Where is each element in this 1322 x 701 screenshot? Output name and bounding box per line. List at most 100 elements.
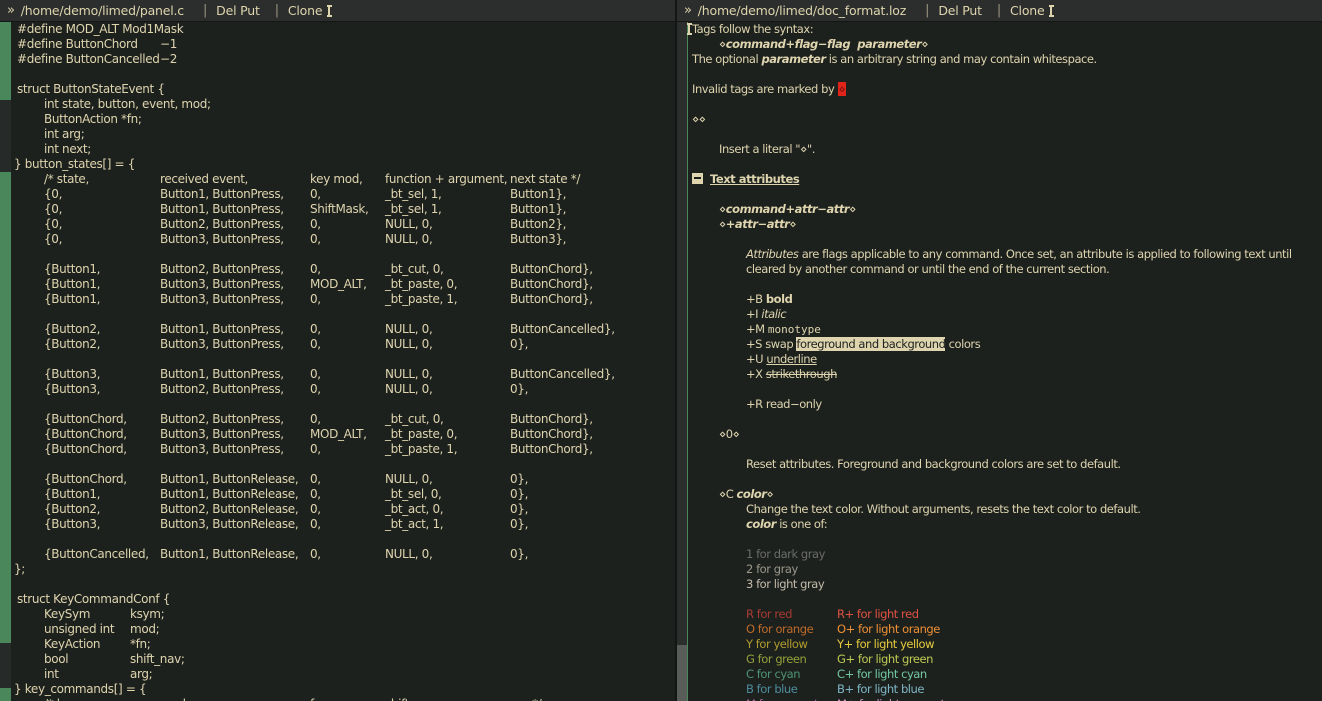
- text-segment: _bt_sel, 1,: [385, 187, 442, 201]
- text-segment: {ButtonChord,: [44, 412, 127, 426]
- text-segment: ButtonChord},: [510, 442, 593, 456]
- code-line: intarg;: [0, 667, 675, 682]
- text-segment: 1 for dark gray: [746, 547, 825, 561]
- code-line: {0,Button1, ButtonPress,ShiftMask,_bt_se…: [0, 202, 675, 217]
- code-line: /* ksym,mod,fn,shift_nav,arg */: [0, 697, 675, 701]
- code-line: struct ButtonStateEvent {: [0, 82, 675, 97]
- code-line: KeyAction *fn;: [0, 637, 675, 652]
- text-segment: 0},: [510, 517, 528, 531]
- text-segment: NULL, 0,: [385, 367, 432, 381]
- code-line: } key_commands[] = {: [0, 682, 675, 697]
- code-line: {0,Button3, ButtonPress,0,NULL, 0,Button…: [0, 232, 675, 247]
- text-segment: C+ for light cyan: [837, 667, 927, 681]
- text-segment: italic: [761, 307, 786, 321]
- doc-line: ⋄command+attr−attr⋄: [677, 202, 1322, 217]
- text-segment: NULL, 0,: [385, 337, 432, 351]
- doc-line: M for magentaM+ for light magenta: [677, 697, 1322, 701]
- code-line: {Button1,Button1, ButtonRelease,0,_bt_se…: [0, 487, 675, 502]
- code-text-area[interactable]: #define MOD_ALT Mod1Mask#define ButtonCh…: [0, 0, 675, 701]
- text-segment: 0},: [510, 487, 528, 501]
- doc-line: ⋄command+flag−flag parameter⋄: [677, 37, 1322, 52]
- doc-line: Attributes are flags applicable to any c…: [677, 247, 1322, 262]
- doc-line: G for greenG+ for light green: [677, 652, 1322, 667]
- text-segment: {ButtonChord,: [44, 442, 127, 456]
- code-line: {0,Button1, ButtonPress,0,_bt_sel, 1,But…: [0, 187, 675, 202]
- text-segment: MOD_ALT,: [310, 427, 367, 441]
- code-line: };: [0, 562, 675, 577]
- doc-line: color is one of:: [677, 517, 1322, 532]
- code-line: #define MOD_ALT Mod1Mask: [0, 22, 675, 37]
- text-segment: 0},: [510, 472, 528, 486]
- text-segment: ⋄: [719, 202, 726, 216]
- text-segment: 0,: [310, 442, 321, 456]
- collapse-section-icon[interactable]: [692, 173, 703, 184]
- doc-line: 1 for dark gray: [677, 547, 1322, 562]
- text-segment: KeyAction: [44, 637, 100, 651]
- text-segment: monotype: [768, 323, 821, 336]
- text-segment: shift_nav,: [385, 697, 439, 701]
- doc-line: The optional parameter is an arbitrary s…: [677, 52, 1322, 67]
- text-segment: bool: [44, 652, 68, 666]
- doc-line: 3 for light gray: [677, 577, 1322, 592]
- doc-text-area[interactable]: Tags follow the syntax:⋄command+flag−fla…: [677, 0, 1322, 701]
- text-segment: −1: [160, 37, 177, 51]
- text-segment: colors: [945, 337, 980, 351]
- text-segment: Button3, ButtonPress,: [160, 427, 284, 441]
- text-segment: O for orange: [746, 622, 813, 636]
- text-segment: ⋄: [838, 82, 847, 96]
- text-segment: 0,: [310, 382, 321, 396]
- text-segment: 0},: [510, 547, 528, 561]
- code-line: {Button2,Button2, ButtonRelease,0,_bt_ac…: [0, 502, 675, 517]
- text-segment: 0,: [310, 502, 321, 516]
- text-segment: NULL, 0,: [385, 472, 432, 486]
- text-segment: {Button3,: [44, 517, 100, 531]
- text-segment: {Button1,: [44, 277, 100, 291]
- text-segment: −2: [160, 52, 177, 66]
- text-segment: Y+ for light yellow: [837, 637, 934, 651]
- text-segment: Button1, ButtonRelease,: [160, 547, 298, 561]
- text-segment: 0,: [310, 517, 321, 531]
- text-segment: ButtonCancelled},: [510, 367, 615, 381]
- doc-line: +S swap foreground and background colors: [677, 337, 1322, 352]
- text-segment: G for green: [746, 652, 806, 666]
- text-segment: 0,: [310, 412, 321, 426]
- text-segment: 0,: [310, 547, 321, 561]
- text-segment: B for blue: [746, 682, 797, 696]
- doc-line: +R read−only: [677, 397, 1322, 412]
- text-segment: mod;: [130, 622, 159, 636]
- text-segment: int arg;: [44, 127, 84, 141]
- code-line: int arg;: [0, 127, 675, 142]
- text-segment: +U: [746, 352, 766, 366]
- text-segment: Button2, ButtonRelease,: [160, 502, 298, 516]
- text-segment: 0},: [510, 382, 528, 396]
- text-segment: *fn;: [130, 637, 150, 651]
- text-segment: KeySym: [44, 607, 90, 621]
- text-segment: {0,: [44, 217, 62, 231]
- text-segment: ⋄C: [719, 487, 737, 501]
- text-segment: ButtonChord},: [510, 427, 593, 441]
- doc-line: +M monotype: [677, 322, 1322, 337]
- text-segment: Button1, ButtonPress,: [160, 367, 284, 381]
- editor-pane-doc-format-loz: » /home/demo/limed/doc_format.loz | Del …: [677, 0, 1322, 701]
- text-segment: O+ for light orange: [837, 622, 940, 636]
- text-segment: _bt_sel, 0,: [385, 487, 442, 501]
- text-segment: {0,: [44, 232, 62, 246]
- text-segment: 0,: [310, 232, 321, 246]
- code-line: {Button1,Button2, ButtonPress,0,_bt_cut,…: [0, 262, 675, 277]
- doc-line: +B bold: [677, 292, 1322, 307]
- code-line: {Button2,Button3, ButtonPress,0,NULL, 0,…: [0, 337, 675, 352]
- code-line: #define ButtonCancelled−2: [0, 52, 675, 67]
- text-segment: ButtonAction *fn;: [44, 112, 142, 126]
- text-segment: _bt_paste, 1,: [385, 292, 457, 306]
- text-segment: ⋄: [719, 37, 726, 51]
- text-segment: Change the text color. Without arguments…: [746, 502, 1140, 516]
- text-segment: {ButtonChord,: [44, 427, 127, 441]
- text-segment: 0,: [310, 337, 321, 351]
- text-segment: bold: [766, 292, 793, 306]
- text-segment: ButtonChord},: [510, 262, 593, 276]
- text-segment: {ButtonChord,: [44, 472, 127, 486]
- text-segment: {ButtonCancelled,: [44, 547, 149, 561]
- code-line: {ButtonCancelled, Button1, ButtonRelease,…: [0, 547, 675, 562]
- doc-line: C for cyanC+ for light cyan: [677, 667, 1322, 682]
- text-segment: NULL, 0,: [385, 217, 432, 231]
